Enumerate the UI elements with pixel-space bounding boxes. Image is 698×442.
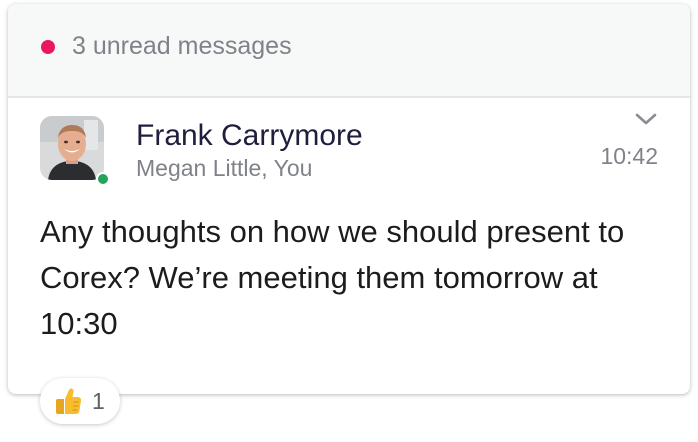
message-timestamp: 10:42: [600, 143, 658, 169]
reaction-count: 1: [92, 388, 105, 414]
avatar-photo: [40, 116, 104, 180]
message-body: Any thoughts on how we should present to…: [40, 214, 625, 341]
thumbs-up-icon: [54, 386, 82, 416]
avatar[interactable]: [40, 116, 110, 186]
conversation-participants: Megan Little, You: [136, 155, 313, 181]
unread-count-text: 3 unread messages: [72, 32, 292, 60]
message-card[interactable]: 3 unread messages Frank Carrymore Megan …: [8, 4, 690, 394]
reaction-chip[interactable]: 1: [40, 378, 120, 424]
unread-indicator-dot: [41, 40, 55, 54]
sender-name[interactable]: Frank Carrymore: [136, 118, 363, 154]
unread-banner[interactable]: 3 unread messages: [8, 4, 690, 98]
online-status-indicator: [96, 172, 110, 186]
chevron-down-icon[interactable]: [634, 110, 658, 128]
